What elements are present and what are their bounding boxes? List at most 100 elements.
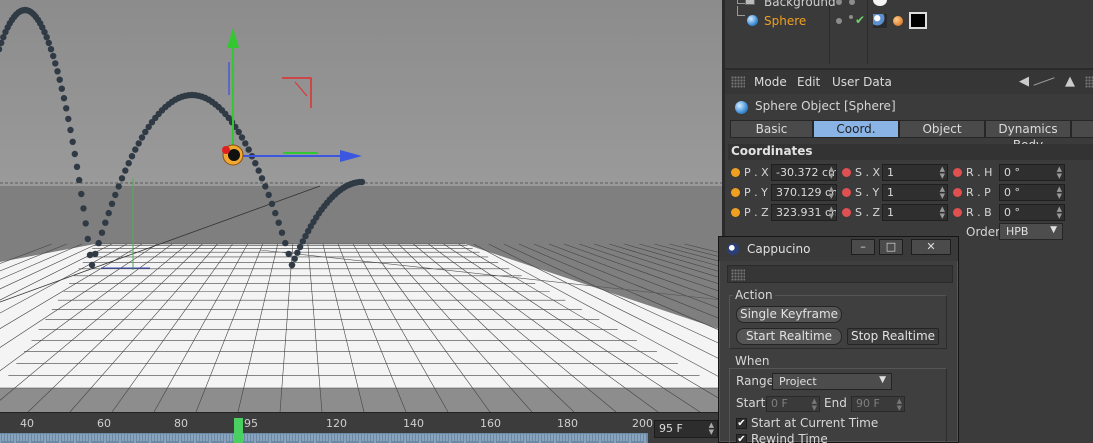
- keyframe-dot-s-x[interactable]: [842, 168, 851, 177]
- param-row-3: P . Z 323.931 cm ▲ ▼ S . Z 1 ▲ ▼ R . B 0 ° ▲ ▼: [725, 203, 1093, 223]
- keyframe-dot-p-x[interactable]: [731, 168, 740, 177]
- tab-coord[interactable]: Coord.: [813, 120, 899, 138]
- stepper-arrows-icon[interactable]: ▲ ▼: [940, 206, 945, 220]
- tab-object[interactable]: Object: [899, 120, 985, 138]
- field-r-p[interactable]: 0 ° ▲ ▼: [999, 184, 1065, 201]
- editor-visibility-dot[interactable]: [836, 18, 842, 24]
- stepper-arrows-icon[interactable]: ▲ ▼: [709, 422, 714, 436]
- up-arrow-icon[interactable]: ▲: [1065, 74, 1075, 89]
- stepper-arrows-icon[interactable]: ▲ ▼: [1057, 166, 1062, 180]
- trail-point: [132, 146, 139, 153]
- stepper-arrows-icon[interactable]: ▲ ▼: [1057, 186, 1062, 200]
- stop-realtime-button[interactable]: Stop Realtime: [847, 328, 939, 345]
- object-row-sphere[interactable]: Sphere ✔: [725, 6, 1093, 30]
- menu-mode[interactable]: Mode: [754, 75, 787, 89]
- current-frame-field[interactable]: 95 F ▲ ▼: [654, 420, 718, 438]
- sphere-icon: [747, 15, 758, 26]
- trail-point: [262, 183, 269, 190]
- field-s-y[interactable]: 1 ▲ ▼: [882, 184, 948, 201]
- check-icon[interactable]: ✔: [855, 13, 865, 27]
- tab-more[interactable]: [1071, 120, 1093, 138]
- timeline-bar[interactable]: 40 60 80 95 120 140 160 180 200 95 F ▲ ▼: [0, 412, 722, 443]
- grip-icon[interactable]: [731, 269, 745, 281]
- param-row-2: P . Y 370.129 cm ▲ ▼ S . Y 1 ▲ ▼ R . P 0 ° ▲ ▼: [725, 183, 1093, 203]
- label-s-x: S . X: [855, 166, 881, 179]
- background-tag-icon[interactable]: [873, 0, 887, 6]
- keyframe-dot-s-y[interactable]: [842, 188, 851, 197]
- when-group-label: When: [733, 354, 772, 368]
- keyframe-dot-s-z[interactable]: [842, 208, 851, 217]
- viewport-scene[interactable]: [0, 0, 722, 412]
- editor-visibility-dot[interactable]: [836, 0, 842, 5]
- rewind-time-checkbox[interactable]: ✔: [736, 434, 747, 443]
- keyframe-dot-p-y[interactable]: [731, 188, 740, 197]
- stepper-arrows-icon[interactable]: ▲ ▼: [829, 206, 834, 220]
- start-field[interactable]: 0 F ▲ ▼: [766, 396, 820, 412]
- trail-point: [115, 183, 122, 190]
- trail-point: [98, 229, 106, 236]
- render-visibility-dot[interactable]: [849, 15, 853, 19]
- timeline-tick-label: 160: [480, 417, 501, 430]
- 3d-viewport[interactable]: [0, 0, 722, 412]
- field-r-b[interactable]: 0 ° ▲ ▼: [999, 204, 1065, 221]
- trail-point: [80, 205, 87, 212]
- stepper-arrows-icon[interactable]: ▲ ▼: [829, 166, 834, 180]
- back-arrow-icon[interactable]: ◀: [1019, 74, 1029, 89]
- keyframe-dot-p-z[interactable]: [731, 208, 740, 217]
- minimize-button[interactable]: –: [851, 239, 875, 255]
- order-select[interactable]: HPB ▼: [999, 223, 1063, 240]
- field-r-h[interactable]: 0 ° ▲ ▼: [999, 164, 1065, 181]
- field-p-y[interactable]: 370.129 cm ▲ ▼: [771, 184, 837, 201]
- trail-point: [88, 261, 96, 269]
- trail-point: [108, 200, 116, 207]
- stepper-arrows-icon[interactable]: ▲ ▼: [897, 398, 902, 412]
- trail-point: [272, 209, 279, 217]
- end-field[interactable]: 90 F ▲ ▼: [851, 396, 905, 412]
- keyframe-dot-r-h[interactable]: [953, 168, 962, 177]
- trail-point: [71, 150, 79, 158]
- field-p-x[interactable]: -30.372 cm ▲ ▼: [771, 164, 837, 181]
- trail-point: [122, 167, 129, 174]
- trail-point: [242, 140, 249, 147]
- maximize-icon: □: [885, 240, 897, 253]
- tab-basic[interactable]: Basic: [730, 120, 813, 138]
- single-keyframe-button[interactable]: Single Keyframe: [736, 306, 842, 323]
- window-title: Cappucino: [747, 242, 811, 256]
- field-p-z[interactable]: 323.931 cm ▲ ▼: [771, 204, 837, 221]
- stepper-arrows-icon[interactable]: ▲ ▼: [1057, 206, 1062, 220]
- close-button[interactable]: ✕: [911, 239, 951, 255]
- material-tag-icon[interactable]: [893, 16, 903, 26]
- panel-menu-icon[interactable]: [1085, 76, 1093, 88]
- stepper-arrows-icon[interactable]: ▲ ▼: [829, 186, 834, 200]
- stepper-arrows-icon[interactable]: ▲ ▼: [812, 398, 817, 412]
- grip-icon[interactable]: [731, 76, 745, 88]
- tab-dynamics-body[interactable]: Dynamics Body: [985, 120, 1071, 152]
- field-s-z[interactable]: 1 ▲ ▼: [882, 204, 948, 221]
- menu-edit[interactable]: Edit: [797, 75, 820, 89]
- label-r-p: R . P: [966, 186, 991, 199]
- field-s-x[interactable]: 1 ▲ ▼: [882, 164, 948, 181]
- dynamics-tag-icon[interactable]: [873, 14, 887, 28]
- stepper-arrows-icon[interactable]: ▲ ▼: [940, 166, 945, 180]
- trail-point: [47, 46, 55, 53]
- keyframe-dot-r-p[interactable]: [953, 188, 962, 197]
- cappucino-title-bar[interactable]: Cappucino – □ ✕: [719, 237, 958, 261]
- start-realtime-button[interactable]: Start Realtime: [736, 328, 842, 345]
- keyframe-dot-r-b[interactable]: [953, 208, 962, 217]
- order-value: HPB: [1006, 225, 1029, 238]
- object-row-background[interactable]: Background: [725, 0, 1093, 12]
- label-p-z: P . Z: [744, 206, 769, 219]
- trail-point: [67, 126, 74, 134]
- range-select[interactable]: Project ▼: [772, 373, 892, 390]
- label-p-x: P . X: [744, 166, 769, 179]
- menu-user-data[interactable]: User Data: [832, 75, 892, 89]
- maximize-button[interactable]: □: [879, 239, 903, 255]
- tree-connector: [737, 6, 745, 16]
- texture-tag-icon[interactable]: [909, 12, 927, 29]
- stepper-arrows-icon[interactable]: ▲ ▼: [940, 186, 945, 200]
- trail-point: [84, 235, 92, 243]
- tree-connector: [737, 0, 745, 4]
- render-visibility-dot[interactable]: [849, 0, 855, 5]
- start-at-current-time-checkbox[interactable]: ✔: [736, 418, 747, 429]
- close-icon: ✕: [926, 240, 936, 253]
